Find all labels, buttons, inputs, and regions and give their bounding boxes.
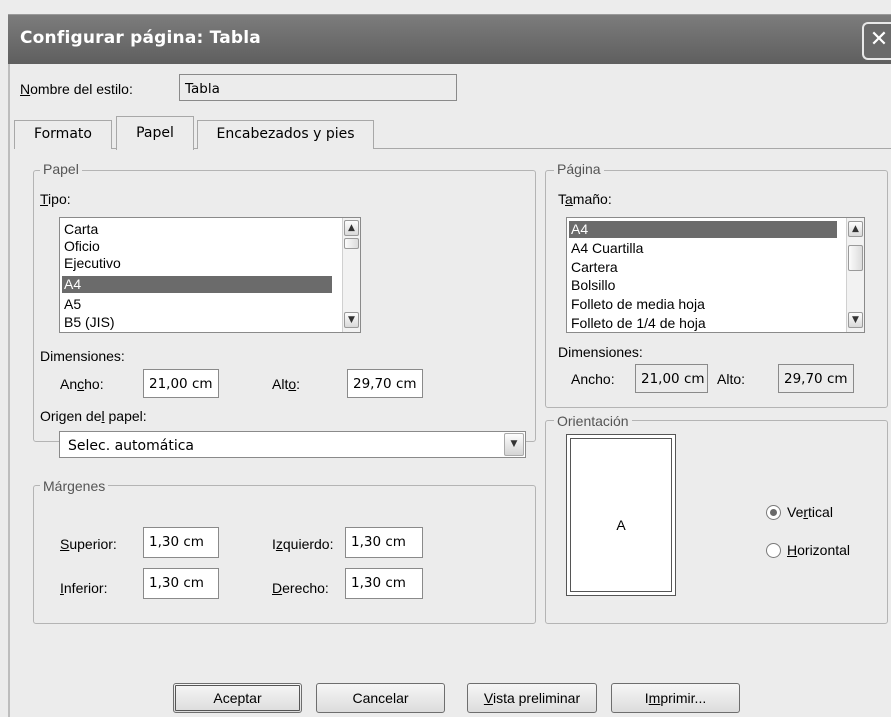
list-item[interactable]: B5 (JIS)	[64, 314, 115, 331]
preview-page: A	[570, 438, 672, 592]
close-icon: ✕	[869, 27, 889, 52]
page-setup-dialog: Configurar página: Tabla ✕ Nombre del es…	[0, 0, 891, 717]
margin-bottom-field[interactable]: 1,30 cm	[143, 568, 219, 599]
title-bar: Configurar página: Tabla	[8, 14, 891, 65]
margin-top-field[interactable]: 1,30 cm	[143, 527, 219, 558]
page-width-label: Ancho:	[571, 371, 615, 387]
list-item[interactable]: Oficio	[64, 238, 100, 255]
tab-encabezados-y-pies[interactable]: Encabezados y pies	[197, 120, 374, 149]
paper-legend: Papel	[40, 161, 82, 177]
paper-height-field[interactable]: 29,70 cm	[347, 369, 423, 398]
margin-right-field[interactable]: 1,30 cm	[345, 568, 423, 599]
paper-width-label: Ancho:	[60, 376, 104, 392]
scroll-down-icon: ▼	[852, 315, 859, 325]
window-border	[8, 64, 10, 717]
list-item[interactable]: A5	[64, 296, 81, 313]
preview-letter: A	[616, 517, 626, 533]
paper-height-label: Alto:	[272, 376, 301, 392]
window-title: Configurar página: Tabla	[20, 28, 261, 48]
page-width-field: 21,00 cm	[635, 364, 708, 393]
scroll-up-icon: ▲	[852, 224, 859, 234]
list-item[interactable]: Bolsillo	[571, 277, 615, 294]
list-item-selected[interactable]: A4	[569, 221, 837, 238]
scroll-up-button[interactable]: ▲	[344, 220, 359, 236]
paper-source-label: Origen del papel:	[40, 408, 147, 424]
margin-left-field[interactable]: 1,30 cm	[345, 527, 423, 558]
scroll-up-icon: ▲	[348, 223, 355, 233]
close-button[interactable]: ✕	[862, 22, 891, 60]
margin-left-label: Izquierdo:	[272, 536, 334, 552]
list-item[interactable]: Carta	[64, 221, 98, 238]
orientation-preview: A	[566, 434, 676, 596]
page-height-label: Alto:	[717, 371, 746, 387]
page-legend: Página	[554, 161, 604, 177]
list-item[interactable]: Cartera	[571, 259, 618, 276]
paper-type-scrollbar[interactable]: ▲ ▼	[342, 218, 360, 332]
scroll-thumb[interactable]	[344, 238, 359, 249]
page-size-label: Tamaño:	[558, 191, 612, 207]
scroll-down-icon: ▼	[348, 315, 355, 325]
style-name-label: Nombre del estilo:	[20, 81, 133, 97]
tab-formato[interactable]: Formato	[14, 120, 112, 149]
cancel-button[interactable]: Cancelar	[316, 683, 445, 713]
print-button[interactable]: Imprimir...	[611, 683, 740, 713]
margin-right-label: Derecho:	[272, 580, 329, 596]
margin-top-label: Superior:	[60, 536, 117, 552]
scroll-down-button[interactable]: ▼	[848, 312, 863, 328]
chevron-down-icon: ▼	[510, 439, 518, 449]
scroll-thumb[interactable]	[848, 245, 863, 271]
style-name-field[interactable]: Tabla	[179, 74, 457, 101]
paper-type-list[interactable]: Carta Oficio Ejecutivo A4 A5 B5 (JIS) ▲ …	[59, 217, 361, 333]
margin-bottom-label: Inferior:	[60, 580, 108, 596]
page-height-field: 29,70 cm	[778, 364, 854, 393]
vertical-radio[interactable]	[766, 505, 781, 520]
paper-width-field[interactable]: 21,00 cm	[143, 369, 219, 398]
radio-dot	[770, 509, 777, 516]
orientation-legend: Orientación	[554, 413, 632, 429]
margins-group	[33, 485, 536, 624]
scroll-down-button[interactable]: ▼	[344, 312, 359, 328]
page-size-list[interactable]: A4 A4 Cuartilla Cartera Bolsillo Folleto…	[566, 217, 865, 333]
vertical-label[interactable]: Vertical	[787, 504, 833, 520]
list-item[interactable]: Ejecutivo	[64, 255, 121, 272]
paper-source-select[interactable]: Selec. automática ▼	[59, 431, 526, 458]
list-item-selected[interactable]: A4	[62, 276, 332, 293]
tab-papel[interactable]: Papel	[116, 116, 194, 150]
dropdown-button[interactable]: ▼	[504, 433, 524, 456]
scroll-up-button[interactable]: ▲	[848, 221, 863, 237]
paper-dimensions-label: Dimensiones:	[40, 348, 125, 364]
list-item[interactable]: Folleto de 1/4 de hoja	[571, 315, 706, 332]
page-size-scrollbar[interactable]: ▲ ▼	[846, 218, 864, 332]
ok-button[interactable]: Aceptar	[173, 683, 302, 713]
print-preview-button[interactable]: Vista preliminar	[467, 683, 597, 713]
paper-type-label: Tipo:	[40, 191, 71, 207]
list-item[interactable]: Folleto de media hoja	[571, 296, 705, 313]
horizontal-label[interactable]: Horizontal	[787, 542, 850, 558]
horizontal-radio[interactable]	[766, 543, 781, 558]
margins-legend: Márgenes	[40, 478, 109, 494]
list-item[interactable]: A4 Cuartilla	[571, 240, 643, 257]
page-dimensions-label: Dimensiones:	[558, 344, 643, 360]
paper-source-value: Selec. automática	[68, 438, 194, 454]
